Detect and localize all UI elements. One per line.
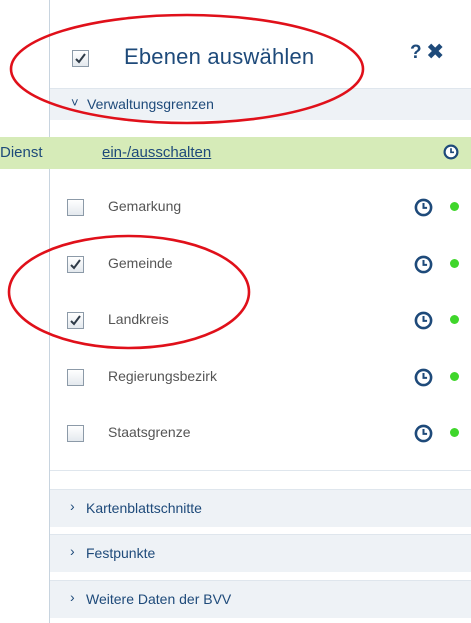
help-icon[interactable]: ? (410, 42, 422, 64)
status-dot (450, 315, 459, 324)
layer-row: Gemarkung (50, 183, 471, 237)
layer-checkbox[interactable] (67, 256, 84, 273)
clock-icon[interactable] (414, 198, 433, 217)
group-header-collapsed[interactable]: › Festpunkte (50, 534, 471, 572)
layer-row: Gemeinde (50, 240, 471, 294)
chevron-down-icon: ˅ (71, 95, 79, 110)
layer-name: Staatsgrenze (108, 424, 191, 440)
clock-icon[interactable] (414, 368, 433, 387)
layer-name: Gemarkung (108, 198, 182, 214)
panel-title: Ebenen auswählen (124, 44, 315, 69)
status-dot (450, 372, 459, 381)
layer-checkbox[interactable] (67, 312, 84, 329)
clock-icon[interactable] (414, 311, 433, 330)
group-label: Verwaltungsgrenzen (87, 96, 214, 112)
chevron-right-icon: › (70, 589, 75, 605)
service-toggle-bar: Dienst ein-/ausschalten (0, 137, 471, 169)
status-dot (450, 202, 459, 211)
group-header-verwaltungsgrenzen[interactable]: ˅ Verwaltungsgrenzen (50, 88, 471, 120)
group-label: Kartenblattschnitte (86, 500, 202, 516)
layer-checkbox[interactable] (67, 199, 84, 216)
group-label: Weitere Daten der BVV (86, 591, 232, 607)
panel-header: Ebenen auswählen ? ✖ (50, 28, 471, 88)
clock-icon[interactable] (414, 255, 433, 274)
clock-icon[interactable] (414, 424, 433, 443)
group-label: Festpunkte (86, 545, 156, 561)
layer-name: Gemeinde (108, 255, 173, 271)
layer-panel: Ebenen auswählen ? ✖ ˅ Verwaltungsgrenze… (0, 0, 471, 623)
layer-row: Regierungsbezirk (50, 353, 471, 407)
clock-icon[interactable] (443, 144, 459, 160)
select-all-checkbox[interactable] (72, 50, 89, 67)
service-prefix: Dienst (0, 144, 43, 161)
layer-row: Landkreis (50, 296, 471, 350)
chevron-right-icon: › (70, 498, 75, 514)
layer-checkbox[interactable] (67, 425, 84, 442)
chevron-right-icon: › (70, 543, 75, 559)
layer-checkbox[interactable] (67, 369, 84, 386)
group-header-collapsed[interactable]: › Weitere Daten der BVV (50, 580, 471, 618)
close-icon[interactable]: ✖ (426, 39, 444, 65)
status-dot (450, 259, 459, 268)
status-dot (450, 428, 459, 437)
group-header-collapsed[interactable]: › Kartenblattschnitte (50, 489, 471, 527)
layer-name: Landkreis (108, 311, 169, 327)
service-toggle-link[interactable]: ein-/ausschalten (102, 144, 211, 161)
layer-name: Regierungsbezirk (108, 368, 217, 384)
divider (50, 470, 471, 471)
layer-row: Staatsgrenze (50, 409, 471, 463)
